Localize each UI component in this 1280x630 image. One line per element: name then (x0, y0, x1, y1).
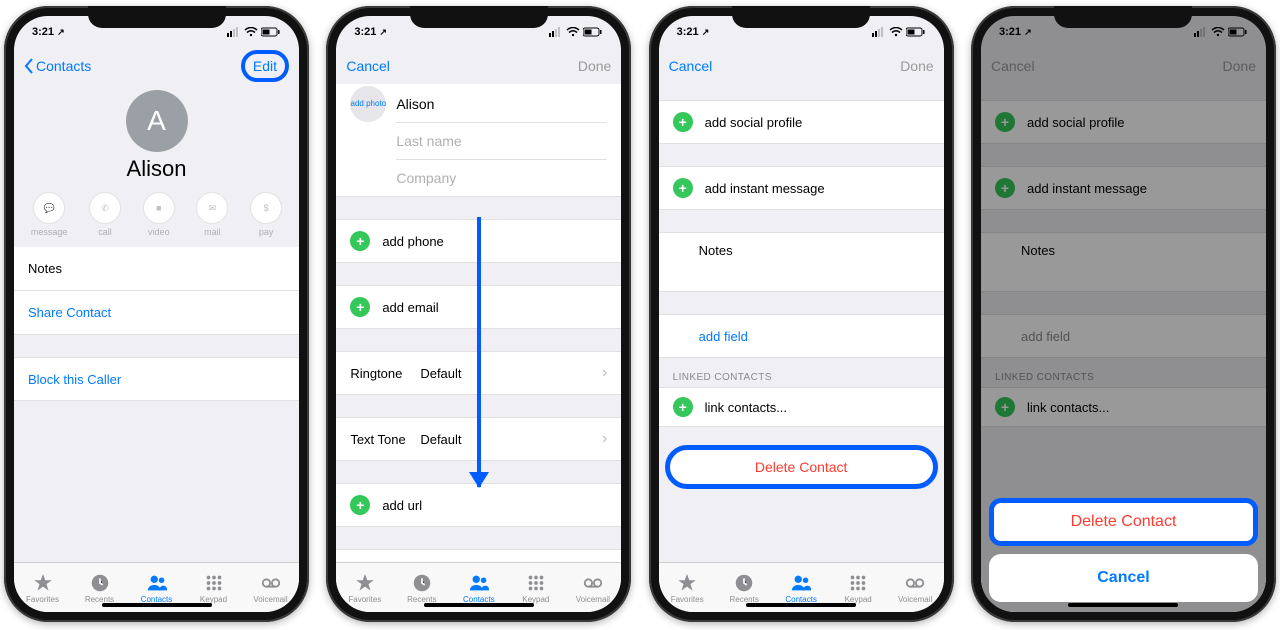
plus-icon: + (350, 562, 370, 563)
edit-button[interactable]: Edit (241, 50, 289, 82)
clock-icon (89, 572, 111, 594)
add-social-row[interactable]: +add social profile (659, 100, 944, 144)
battery-icon (261, 27, 281, 37)
wifi-icon (244, 27, 258, 37)
keypad-icon (203, 572, 225, 594)
video-button[interactable]: ■video (143, 192, 175, 237)
chevron-left-icon (24, 58, 34, 74)
nav-bar: Contacts Edit (14, 48, 299, 84)
nav-bar: Cancel Done (659, 48, 944, 84)
tab-voicemail[interactable]: Voicemail (564, 563, 621, 612)
cancel-button[interactable]: Cancel (346, 58, 390, 74)
contact-name: Alison (14, 156, 299, 182)
pay-icon: $ (250, 192, 282, 224)
name-row: add photo Alison Last name Company (336, 84, 621, 197)
notch (88, 6, 226, 28)
mail-icon: ✉ (196, 192, 228, 224)
notes-field[interactable]: Notes (659, 232, 944, 292)
chevron-right-icon: › (602, 430, 607, 448)
tab-favorites[interactable]: Favorites (14, 563, 71, 612)
link-contacts-row[interactable]: +link contacts... (659, 387, 944, 427)
add-address-row[interactable]: +add address (336, 549, 621, 562)
notch (1054, 6, 1192, 28)
phone-frame-2: 3:21 ↗ Cancel Done add photo Alison Last… (326, 6, 631, 622)
phone-frame-4: 3:21 ↗ Cancel Done +add social profile +… (971, 6, 1276, 622)
back-button[interactable]: Contacts (24, 58, 91, 74)
avatar: A (126, 90, 188, 152)
linked-header: LINKED CONTACTS (659, 358, 944, 387)
chevron-right-icon: › (602, 364, 607, 382)
done-button[interactable]: Done (578, 58, 611, 74)
status-time: 3:21 ↗ (32, 26, 65, 38)
pay-button[interactable]: $pay (250, 192, 282, 237)
plus-icon: + (673, 397, 693, 417)
last-name-field[interactable]: Last name (396, 123, 607, 160)
scroll-arrow-annotation (477, 217, 481, 487)
company-field[interactable]: Company (396, 160, 607, 196)
tab-favorites[interactable]: Favorites (659, 563, 716, 612)
home-indicator[interactable] (1068, 603, 1178, 607)
status-time: 3:21 ↗ (354, 26, 387, 38)
cancel-button[interactable]: Cancel (669, 58, 713, 74)
add-field-row[interactable]: add field (659, 314, 944, 358)
notch (732, 6, 870, 28)
delete-contact-button[interactable]: Delete Contact (665, 445, 938, 489)
phone-frame-1: 3:21 ↗ Contacts Edit A Alison 💬message ✆… (4, 6, 309, 622)
action-row: 💬message ✆call ■video ✉mail $pay (14, 192, 299, 247)
message-icon: 💬 (33, 192, 65, 224)
sheet-delete-button[interactable]: Delete Contact (989, 498, 1258, 546)
home-indicator[interactable] (424, 603, 534, 607)
mail-button[interactable]: ✉mail (196, 192, 228, 237)
notch (410, 6, 548, 28)
plus-icon: + (673, 112, 693, 132)
status-time: 3:21 ↗ (677, 26, 710, 38)
add-im-row[interactable]: +add instant message (659, 166, 944, 210)
message-button[interactable]: 💬message (31, 192, 68, 237)
tab-voicemail[interactable]: Voicemail (887, 563, 944, 612)
action-sheet: Delete Contact Cancel (989, 490, 1258, 602)
signal-icon (227, 27, 241, 37)
add-url-row[interactable]: +add url (336, 483, 621, 527)
call-button[interactable]: ✆call (89, 192, 121, 237)
plus-icon: + (350, 495, 370, 515)
video-icon: ■ (143, 192, 175, 224)
tab-favorites[interactable]: Favorites (336, 563, 393, 612)
nav-bar: Cancel Done (336, 48, 621, 84)
notes-row[interactable]: Notes (14, 247, 299, 291)
block-row[interactable]: Block this Caller (14, 357, 299, 401)
home-indicator[interactable] (102, 603, 212, 607)
phone-icon: ✆ (89, 192, 121, 224)
done-button[interactable]: Done (900, 58, 933, 74)
plus-icon: + (673, 178, 693, 198)
status-indicators (549, 27, 603, 37)
plus-icon: + (350, 297, 370, 317)
home-indicator[interactable] (746, 603, 856, 607)
tab-voicemail[interactable]: Voicemail (242, 563, 299, 612)
phone-frame-3: 3:21 ↗ Cancel Done +add social profile +… (649, 6, 954, 622)
plus-icon: + (350, 231, 370, 251)
voicemail-icon (260, 572, 282, 594)
sheet-cancel-button[interactable]: Cancel (989, 554, 1258, 602)
add-photo-button[interactable]: add photo (350, 86, 386, 122)
contacts-icon (146, 572, 168, 594)
first-name-field[interactable]: Alison (396, 86, 607, 123)
star-icon (32, 572, 54, 594)
share-row[interactable]: Share Contact (14, 291, 299, 335)
status-indicators (227, 27, 281, 37)
